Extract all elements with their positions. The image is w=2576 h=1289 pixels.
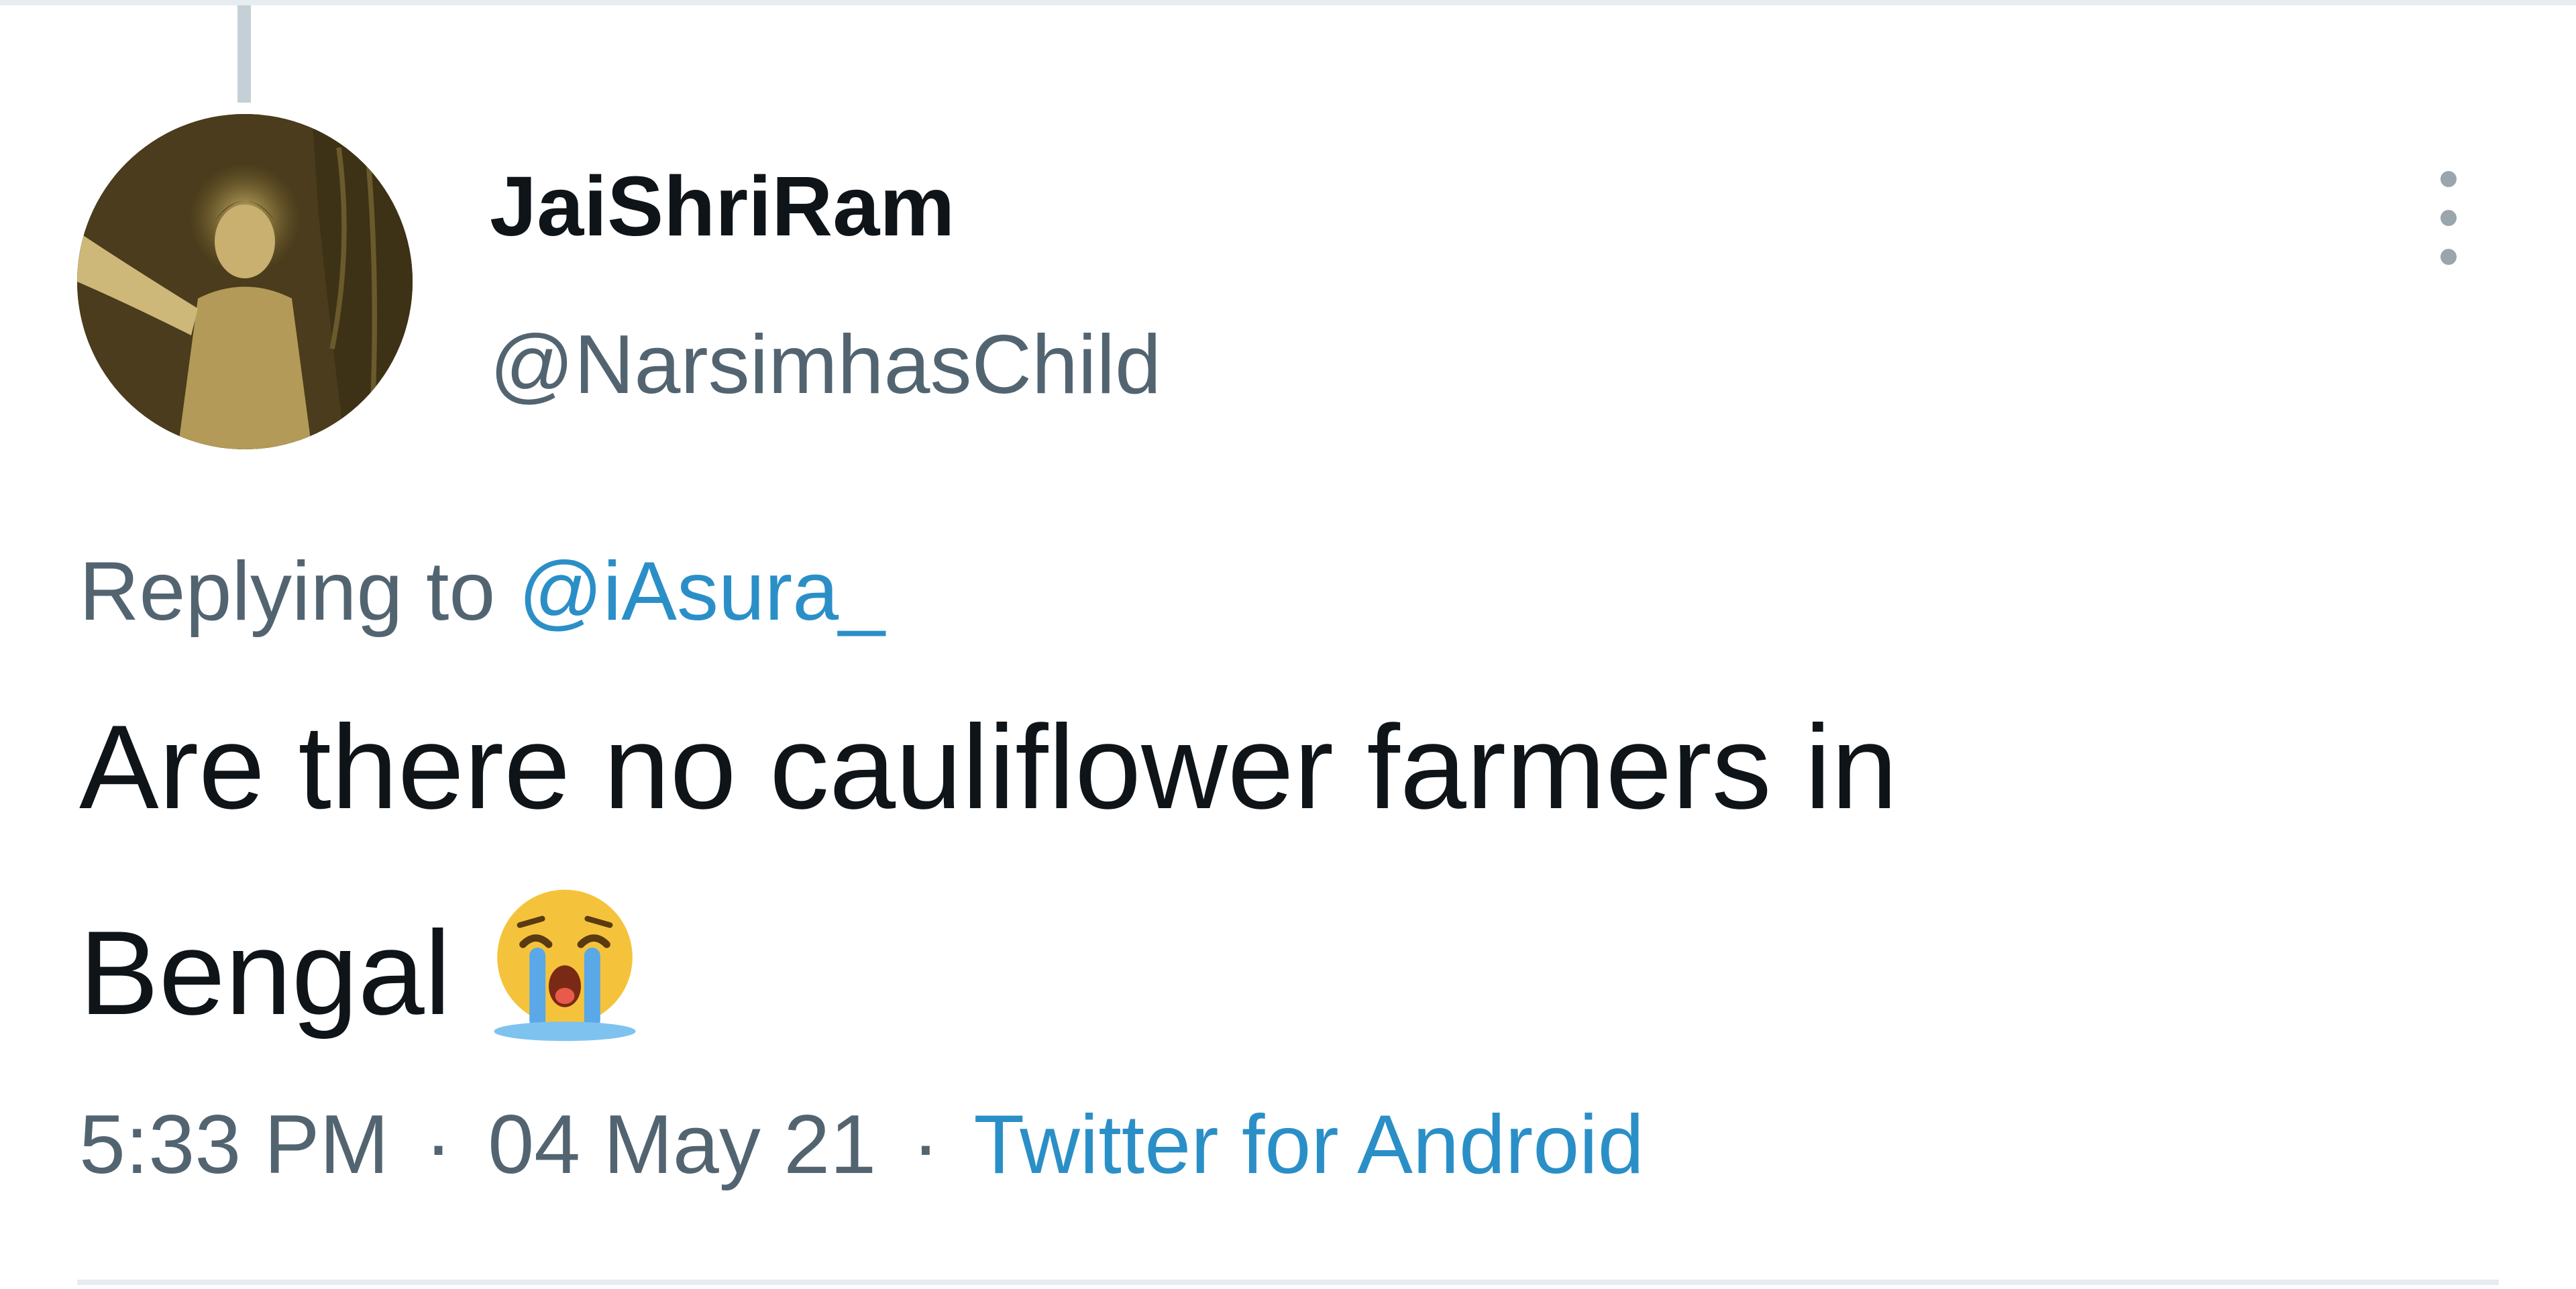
tweet-time[interactable]: 5:33 PM: [79, 1099, 389, 1191]
tweet-text-line: Bengal: [79, 889, 2494, 1097]
more-vertical-icon: [2440, 171, 2457, 187]
loudly-crying-face-icon: [484, 883, 645, 1044]
user-handle[interactable]: @NarsimhasChild: [490, 323, 1161, 406]
replying-prefix: Replying to: [79, 545, 496, 638]
avatar-image: [77, 114, 413, 449]
tweet-date[interactable]: 04 May 21: [488, 1099, 876, 1191]
meta-separator: ·: [424, 1099, 453, 1191]
thread-connector-line: [237, 5, 251, 103]
replying-to-line: Replying to @iAsura_: [79, 550, 885, 633]
display-name[interactable]: JaiShriRam: [490, 164, 955, 249]
more-options-button[interactable]: [2422, 171, 2475, 265]
top-divider: [0, 0, 2576, 5]
avatar[interactable]: [77, 114, 413, 449]
meta-separator: ·: [912, 1099, 940, 1191]
tweet-text-line: Are there no cauliflower farmers in: [79, 700, 1898, 834]
tweet-text: Are there no cauliflower farmers in Beng…: [79, 708, 2494, 1097]
tweet-source-link[interactable]: Twitter for Android: [973, 1099, 1644, 1191]
tweet-metadata: 5:33 PM · 04 May 21 · Twitter for Androi…: [79, 1103, 1644, 1186]
tweet-text-segment: Bengal: [79, 906, 451, 1040]
bottom-divider: [77, 1280, 2499, 1285]
replying-mention-link[interactable]: @iAsura_: [519, 545, 885, 638]
